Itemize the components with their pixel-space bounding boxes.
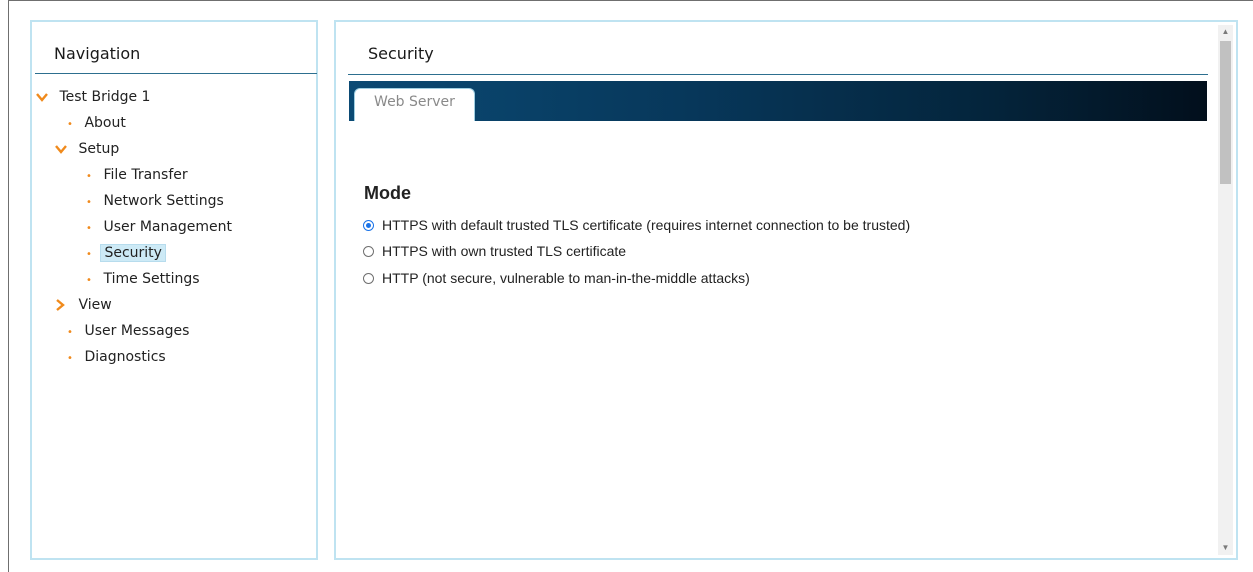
tree-item-label: Setup [78, 141, 120, 157]
tree-item-about[interactable]: • About [63, 112, 129, 134]
tree-item-network-settings[interactable]: • Network Settings [82, 190, 227, 212]
radio-option-https-own[interactable]: HTTPS with own trusted TLS certificate [363, 241, 626, 261]
tree-item-security[interactable]: • Security [82, 242, 166, 264]
chevron-right-icon[interactable] [55, 294, 71, 316]
radio-option-https-default[interactable]: HTTPS with default trusted TLS certifica… [363, 215, 910, 235]
title-divider [348, 74, 1208, 75]
bullet-icon: • [67, 353, 73, 364]
radio-option-http[interactable]: HTTP (not secure, vulnerable to man-in-t… [363, 268, 750, 288]
navigation-panel: Navigation Test Bridge 1 • About Setup •… [30, 20, 318, 560]
navigation-divider [35, 73, 317, 74]
bullet-icon: • [67, 327, 73, 338]
tree-item-label: User Management [103, 219, 233, 235]
radio-button[interactable] [363, 272, 374, 284]
tab-web-server[interactable]: Web Server [354, 88, 475, 121]
bullet-icon: • [67, 119, 73, 130]
tree-item-label-selected: Security [100, 244, 166, 262]
tree-item-label: View [78, 297, 112, 313]
tree-item-file-transfer[interactable]: • File Transfer [82, 164, 191, 186]
tab-bar: Web Server [349, 81, 1207, 121]
tree-item-label: User Messages [84, 323, 190, 339]
bullet-icon: • [86, 249, 92, 260]
navigation-title: Navigation [54, 44, 141, 63]
radio-label: HTTPS with default trusted TLS certifica… [382, 217, 911, 233]
radio-button[interactable] [363, 245, 374, 257]
tree-item-user-messages[interactable]: • User Messages [63, 320, 192, 342]
tree-item-test-bridge-1[interactable]: Test Bridge 1 [36, 86, 153, 108]
scroll-down-arrow-icon[interactable]: ▼ [1218, 541, 1233, 555]
bullet-icon: • [86, 223, 92, 234]
tree-item-diagnostics[interactable]: • Diagnostics [63, 346, 169, 368]
vertical-scrollbar[interactable]: ▲ ▼ [1218, 25, 1233, 555]
bullet-icon: • [86, 171, 92, 182]
tree-item-label: About [84, 115, 126, 131]
tree-item-label: Test Bridge 1 [59, 89, 151, 105]
tree-item-label: File Transfer [103, 167, 188, 183]
section-heading: Mode [364, 183, 411, 203]
chevron-down-icon[interactable] [55, 138, 71, 160]
tree-item-user-management[interactable]: • User Management [82, 216, 235, 238]
scroll-up-arrow-icon[interactable]: ▲ [1218, 25, 1233, 39]
scrollbar-thumb[interactable] [1220, 41, 1231, 184]
tree-item-label: Time Settings [103, 271, 200, 287]
tree-item-time-settings[interactable]: • Time Settings [82, 268, 203, 290]
bullet-icon: • [86, 197, 92, 208]
chevron-down-icon[interactable] [36, 86, 52, 108]
content-panel: Security Web Server Mode HTTPS with defa… [334, 20, 1238, 560]
tree-item-label: Network Settings [103, 193, 224, 209]
tree-item-setup[interactable]: Setup [55, 138, 122, 160]
tree-item-label: Diagnostics [84, 349, 166, 365]
page-title: Security [368, 44, 434, 63]
radio-button-checked[interactable] [363, 219, 374, 231]
bullet-icon: • [86, 275, 92, 286]
tree-item-view[interactable]: View [55, 294, 115, 316]
radio-label: HTTP (not secure, vulnerable to man-in-t… [382, 270, 750, 286]
radio-label: HTTPS with own trusted TLS certificate [382, 243, 627, 259]
